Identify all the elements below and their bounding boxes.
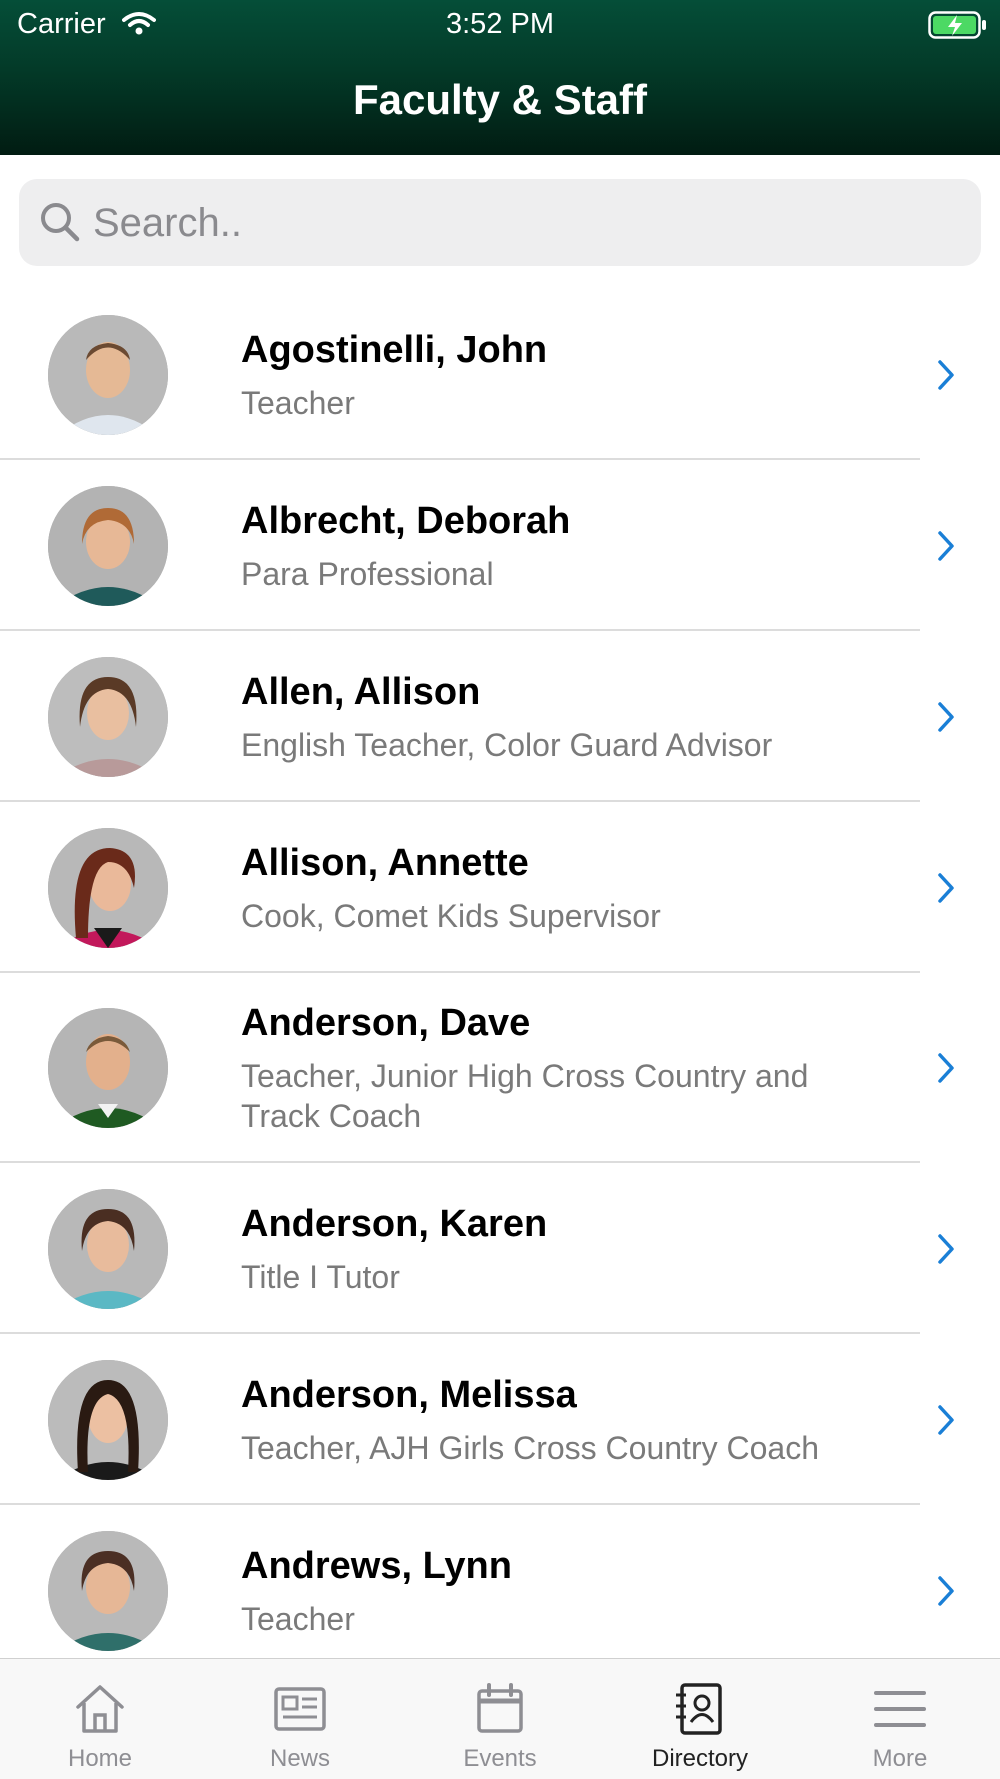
news-icon (270, 1679, 330, 1739)
tab-news[interactable]: News (200, 1659, 400, 1779)
status-time: 3:52 PM (446, 8, 554, 40)
avatar (48, 314, 168, 435)
staff-name: Agostinelli, John (241, 328, 548, 371)
more-icon (870, 1679, 930, 1739)
directory-icon (670, 1679, 730, 1739)
staff-row[interactable]: Andrews, Lynn Teacher (0, 1505, 1000, 1676)
staff-role: Teacher, AJH Girls Cross Country Coach (241, 1429, 819, 1466)
staff-role: Title I Tutor (241, 1258, 400, 1295)
avatar (48, 1530, 168, 1651)
avatar (48, 1008, 168, 1128)
staff-name: Anderson, Melissa (241, 1373, 577, 1416)
staff-row[interactable]: Agostinelli, John Teacher (0, 289, 1000, 460)
staff-row[interactable]: Albrecht, Deborah Para Professional (0, 460, 1000, 631)
staff-role: Teacher, Junior High Cross Country and T… (241, 1058, 809, 1134)
tab-events[interactable]: Events (400, 1659, 600, 1779)
staff-name: Albrecht, Deborah (241, 499, 571, 542)
status-bar: Carrier 3:52 PM (0, 0, 1000, 50)
tab-more-label: More (872, 1745, 928, 1772)
tab-bar: Home News Events Directory More (0, 1658, 1000, 1779)
staff-row[interactable]: Anderson, Melissa Teacher, AJH Girls Cro… (0, 1334, 1000, 1505)
staff-name: Anderson, Karen (241, 1202, 548, 1245)
tab-events-label: Events (463, 1745, 537, 1772)
tab-directory-label: Directory (651, 1745, 748, 1772)
search-icon (39, 201, 81, 248)
avatar (48, 485, 168, 606)
chevron-right-icon (936, 359, 956, 396)
tab-more[interactable]: More (800, 1659, 1000, 1779)
tab-home-label: Home (67, 1745, 133, 1772)
page-title: Faculty & Staff (352, 76, 648, 123)
avatar (48, 656, 168, 777)
tab-news-label: News (269, 1745, 330, 1772)
events-icon (470, 1679, 530, 1739)
chevron-right-icon (936, 701, 956, 738)
staff-role: Para Professional (241, 555, 494, 592)
staff-row[interactable]: Allen, Allison English Teacher, Color Gu… (0, 631, 1000, 802)
tab-home[interactable]: Home (0, 1659, 200, 1779)
staff-role: Teacher (241, 384, 355, 421)
staff-role: English Teacher, Color Guard Advisor (241, 726, 773, 763)
staff-row[interactable]: Anderson, Dave Teacher, Junior High Cros… (0, 973, 1000, 1163)
tab-directory[interactable]: Directory (600, 1659, 800, 1779)
staff-row[interactable]: Anderson, Karen Title I Tutor (0, 1163, 1000, 1334)
search-input[interactable] (91, 179, 955, 268)
chevron-right-icon (936, 1052, 956, 1089)
staff-name: Allison, Annette (241, 841, 529, 884)
staff-name: Allen, Allison (241, 670, 481, 713)
staff-row[interactable]: Allison, Annette Cook, Comet Kids Superv… (0, 802, 1000, 973)
staff-list: Agostinelli, John Teacher Albrecht, Debo… (0, 289, 1000, 1676)
chevron-right-icon (936, 530, 956, 567)
search-bar[interactable] (19, 179, 981, 268)
chevron-right-icon (936, 1575, 956, 1612)
chevron-right-icon (936, 1404, 956, 1441)
navigation-header: Carrier 3:52 PM Faculty & Staff (0, 0, 1000, 155)
avatar (48, 1188, 168, 1309)
chevron-right-icon (936, 872, 956, 909)
staff-name: Anderson, Dave (241, 1002, 531, 1044)
staff-role: Teacher (241, 1600, 355, 1637)
staff-name: Andrews, Lynn (241, 1544, 512, 1587)
chevron-right-icon (936, 1233, 956, 1270)
battery-charging-icon (928, 11, 988, 44)
avatar (48, 827, 168, 948)
home-icon (70, 1679, 130, 1739)
staff-role: Cook, Comet Kids Supervisor (241, 897, 661, 934)
avatar (48, 1359, 168, 1480)
